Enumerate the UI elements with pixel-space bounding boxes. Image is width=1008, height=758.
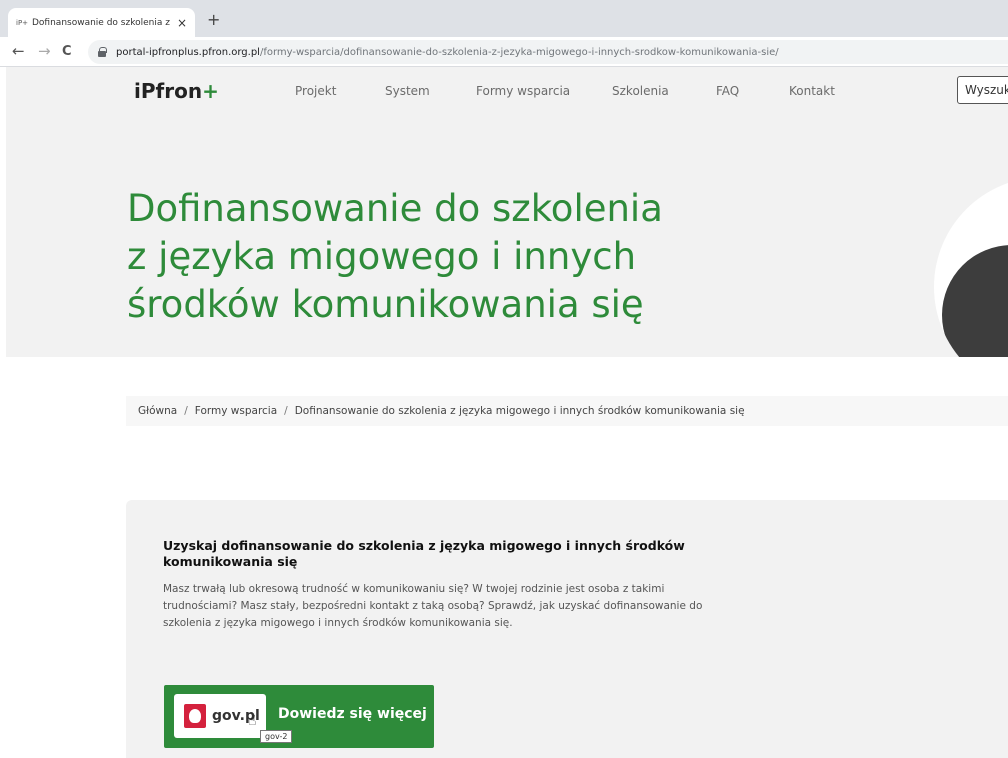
hero-image-photo [942,245,1008,357]
page-title-line-1: Dofinansowanie do szkolenia [127,187,663,230]
lock-icon [98,47,107,57]
logo-text: iPfron [134,79,203,103]
search-input[interactable]: Wyszukaj [957,76,1008,104]
hand-cursor-icon: ☝ [248,713,257,729]
nav-item-formy-wsparcia[interactable]: Formy wsparcia [476,84,570,98]
info-card: Uzyskaj dofinansowanie do szkolenia z ję… [126,500,1008,758]
back-icon[interactable]: ← [12,42,25,60]
page-title-line-3: środków komunikowania się [127,283,644,326]
breadcrumb: Główna / Formy wsparcia / Dofinansowanie… [126,396,1008,426]
breadcrumb-item-glowna[interactable]: Główna [138,405,177,417]
learn-more-button[interactable]: gov.pl Dowiedz się więcej ☝ gov-2 [164,685,434,748]
nav-item-projekt[interactable]: Projekt [295,84,336,98]
favicon-icon: iP+ [16,18,29,27]
breadcrumb-item-current: Dofinansowanie do szkolenia z języka mig… [294,405,745,417]
reload-icon[interactable]: C [62,44,72,59]
breadcrumb-item-formy-wsparcia[interactable]: Formy wsparcia [195,405,277,417]
learn-more-label: Dowiedz się więcej [278,706,427,722]
hero-image [934,177,1008,357]
breadcrumb-separator: / [184,405,188,417]
card-title: Uzyskaj dofinansowanie do szkolenia z ję… [163,538,685,569]
url-host: portal-ipfronplus.pfron.org.pl [116,46,260,58]
polish-emblem-icon [184,704,206,728]
site-logo[interactable]: iPfron+ [134,79,219,103]
breadcrumb-separator: / [284,405,288,417]
card-text: Masz trwałą lub okresową trudność w komu… [163,583,703,629]
browser-tab-bar: iP+ Dofinansowanie do szkolenia z j × + [0,0,1008,37]
page-title: Dofinansowanie do szkolenia z języka mig… [127,185,663,329]
forward-icon[interactable]: → [38,42,51,60]
tab-title: Dofinansowanie do szkolenia z j [32,17,172,28]
nav-item-system[interactable]: System [385,84,430,98]
nav-item-kontakt[interactable]: Kontakt [789,84,835,98]
nav-item-szkolenia[interactable]: Szkolenia [612,84,669,98]
browser-tab[interactable]: iP+ Dofinansowanie do szkolenia z j × [8,8,195,37]
address-bar[interactable]: portal-ipfronplus.pfron.org.pl/formy-wsp… [88,40,1008,64]
main-nav: iPfron+ Projekt System Formy wsparcia Sz… [6,67,1008,115]
hero-section: iPfron+ Projekt System Formy wsparcia Sz… [6,67,1008,357]
logo-plus: + [202,79,219,103]
new-tab-button[interactable]: + [207,10,220,29]
tooltip: gov-2 [260,730,293,743]
nav-item-faq[interactable]: FAQ [716,84,739,98]
browser-toolbar: ← → C portal-ipfronplus.pfron.org.pl/for… [0,37,1008,67]
url-path: /formy-wsparcia/dofinansowanie-do-szkole… [259,46,779,58]
close-tab-icon[interactable]: × [177,16,187,30]
page-title-line-2: z języka migowego i innych [127,235,637,278]
